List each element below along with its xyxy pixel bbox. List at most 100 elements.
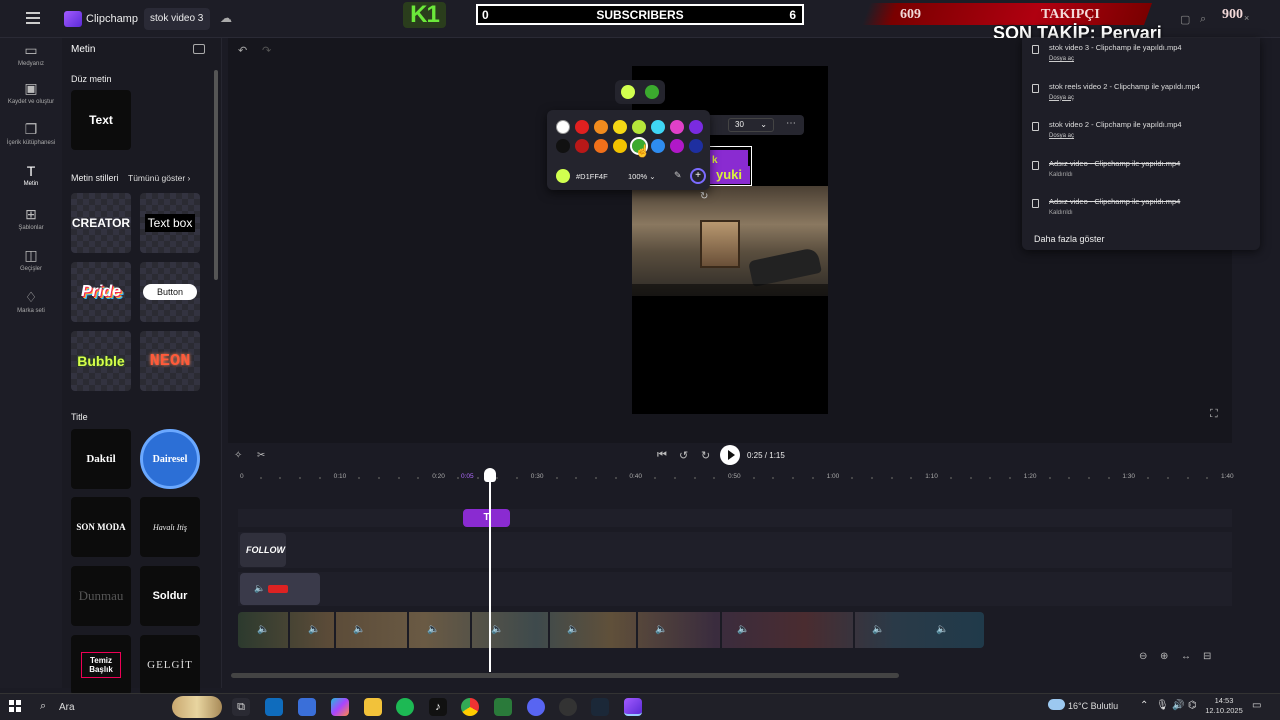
more-options-icon[interactable]: ⋯	[786, 118, 796, 129]
copilot-icon[interactable]	[331, 698, 349, 716]
color-swatch[interactable]	[670, 120, 684, 134]
notification-center-icon[interactable]: ▭	[1252, 700, 1261, 711]
forward-5s-icon[interactable]: ↻	[701, 449, 710, 462]
title-tile-fade[interactable]: Soldur	[140, 566, 200, 626]
color-swatch[interactable]	[575, 139, 589, 153]
text-clip[interactable]: T	[463, 509, 510, 527]
network-icon[interactable]: ⌬	[1188, 700, 1197, 711]
style-tile-creator[interactable]: CREATOR	[71, 193, 131, 253]
panel-scrollbar[interactable]	[214, 70, 218, 280]
rotate-handle-icon[interactable]: ↻	[700, 191, 708, 202]
plain-text-tile[interactable]: Text	[71, 90, 131, 150]
color-swatch[interactable]	[689, 120, 703, 134]
search-highlight-image[interactable]	[172, 696, 222, 718]
clipchamp-taskbar-icon[interactable]	[624, 698, 642, 716]
rail-item-record[interactable]: ▣ Kaydet ve oluştur	[0, 80, 62, 105]
text-selection-frame[interactable]	[706, 146, 752, 186]
hamburger-menu-icon[interactable]	[26, 12, 40, 24]
color-swatch[interactable]	[594, 139, 608, 153]
undo-icon[interactable]: ↶	[238, 44, 247, 57]
tray-expand-icon[interactable]: ⌃	[1140, 700, 1148, 711]
color-swatch[interactable]	[651, 120, 665, 134]
rail-item-templates[interactable]: ⊞ Şablonlar	[0, 206, 62, 231]
task-view-icon[interactable]: ⧉	[232, 698, 250, 716]
clip-volume-icon[interactable]: 🔈	[737, 624, 749, 635]
color-swatch[interactable]	[689, 139, 703, 153]
clip-volume-icon[interactable]: 🔈	[308, 624, 320, 635]
timeline-scrollbar[interactable]	[231, 673, 899, 678]
volume-icon[interactable]: 🔈	[254, 583, 265, 594]
mic-icon[interactable]: 🎙	[1156, 700, 1169, 711]
play-button[interactable]	[720, 445, 740, 465]
title-tile-circular[interactable]: Dairesel	[140, 429, 200, 489]
timeline-view-icon[interactable]: ⊟	[1203, 651, 1211, 662]
title-tile-blur[interactable]: Dunmau	[71, 566, 131, 626]
color-swatch[interactable]	[556, 120, 570, 134]
clip-volume-icon[interactable]: 🔈	[427, 624, 439, 635]
show-more-link[interactable]: Daha fazla göster	[1034, 234, 1105, 244]
font-size-select[interactable]: 30 ⌄	[728, 118, 774, 132]
magic-edit-icon[interactable]: ✧	[234, 450, 242, 461]
store-icon[interactable]	[298, 698, 316, 716]
steam-icon[interactable]	[591, 698, 609, 716]
recent-swatch[interactable]	[621, 85, 635, 99]
color-swatch[interactable]	[575, 120, 589, 134]
recent-swatch[interactable]	[645, 85, 659, 99]
xbox-icon[interactable]	[494, 698, 512, 716]
discord-icon[interactable]	[527, 698, 545, 716]
collapse-panel-icon[interactable]	[193, 44, 205, 54]
clip-volume-icon[interactable]: 🔈	[257, 624, 269, 635]
rail-item-text[interactable]: T Metin	[0, 163, 62, 187]
opacity-input[interactable]: 100% ⌄	[628, 170, 664, 184]
open-file-link[interactable]: Dosya aç	[1049, 95, 1074, 101]
windows-start-icon[interactable]	[9, 700, 21, 712]
search-icon[interactable]: ⌕	[40, 700, 46, 713]
open-file-link[interactable]: Dosya aç	[1049, 133, 1074, 139]
open-file-link[interactable]: Dosya aç	[1049, 56, 1074, 62]
rewind-5s-icon[interactable]: ↺	[679, 449, 688, 462]
color-swatch[interactable]	[556, 139, 570, 153]
fit-timeline-icon[interactable]: ↔	[1181, 651, 1191, 662]
eyedropper-icon[interactable]: ✎	[674, 170, 682, 181]
split-scissors-icon[interactable]: ✂	[257, 450, 265, 461]
style-tile-text-box[interactable]: Text box	[140, 193, 200, 253]
clip-volume-icon[interactable]: 🔈	[655, 624, 667, 635]
close-notifications-icon[interactable]: ×	[1244, 13, 1249, 23]
rail-item-library[interactable]: ❐ İçerik kütüphanesi	[0, 121, 62, 146]
zoom-out-icon[interactable]: ⊖	[1139, 651, 1147, 662]
obs-icon[interactable]	[559, 698, 577, 716]
file-explorer-icon[interactable]	[364, 698, 382, 716]
zoom-in-icon[interactable]: ⊕	[1160, 651, 1168, 662]
color-swatch[interactable]	[594, 120, 608, 134]
cloud-sync-off-icon[interactable]: ☁	[220, 11, 232, 25]
color-swatch[interactable]	[670, 139, 684, 153]
color-swatch[interactable]	[613, 139, 627, 153]
title-tile-son-moda[interactable]: SON MODA	[71, 497, 131, 557]
chrome-icon[interactable]	[461, 698, 479, 716]
show-all-link[interactable]: Tümünü göster ›	[128, 173, 190, 183]
add-color-icon[interactable]: +	[690, 168, 706, 184]
color-swatch[interactable]	[613, 120, 627, 134]
style-tile-pride[interactable]: Pride	[71, 262, 131, 322]
search-icon[interactable]: ⌕	[1200, 13, 1206, 26]
clip-volume-icon[interactable]: 🔈	[567, 624, 579, 635]
title-tile-typewriter[interactable]: Daktil	[71, 429, 131, 489]
color-swatch[interactable]	[632, 120, 646, 134]
restore-window-icon[interactable]: ▢	[1180, 13, 1190, 26]
subscribe-clip[interactable]: 🔈	[240, 573, 320, 605]
taskbar-clock[interactable]: 14:53 12.10.2025	[1202, 696, 1246, 716]
style-tile-neon[interactable]: NEON	[140, 331, 200, 391]
clip-volume-icon[interactable]: 🔈	[936, 624, 948, 635]
follow-clip[interactable]: FOLLOW	[240, 533, 286, 567]
hex-input[interactable]: #D1FF4F	[576, 170, 624, 184]
playhead[interactable]	[489, 470, 491, 672]
style-tile-bubble[interactable]: Bubble	[71, 331, 131, 391]
rail-item-media[interactable]: ▭ Medyanız	[0, 42, 62, 67]
title-tile-cool-push[interactable]: Havalı Itiş	[140, 497, 200, 557]
project-name-field[interactable]: stok video 3	[144, 8, 210, 30]
redo-icon[interactable]: ↷	[262, 44, 271, 57]
rail-item-brand-kit[interactable]: ♢ Marka seti	[0, 289, 62, 314]
playhead-handle[interactable]	[484, 468, 496, 482]
fullscreen-icon[interactable]: ⛶	[1210, 408, 1218, 421]
color-swatch[interactable]	[651, 139, 665, 153]
